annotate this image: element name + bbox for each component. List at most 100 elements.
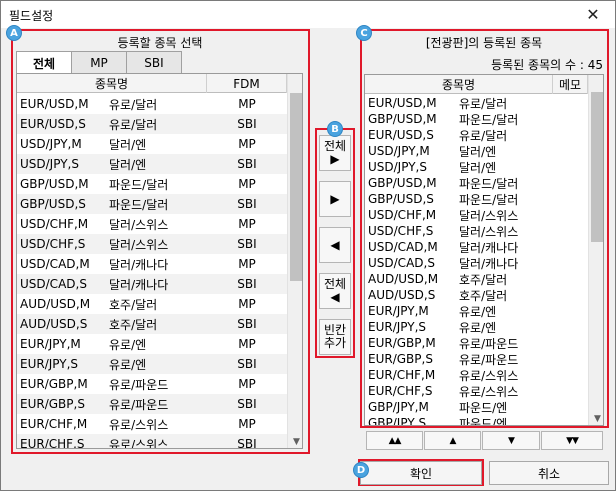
item-code: GBP/USD,S xyxy=(20,197,86,211)
table-row[interactable]: USD/JPY,S 달러/엔 xyxy=(365,159,588,175)
table-row[interactable]: EUR/CHF,S 유로/스위스 SBI xyxy=(17,434,287,449)
remove-button[interactable]: ◀ xyxy=(319,227,351,263)
item-code: EUR/USD,M xyxy=(20,97,89,111)
table-row[interactable]: USD/CHF,S 달러/스위스 SBI xyxy=(17,234,287,254)
add-all-button[interactable]: 전체 ▶ xyxy=(319,135,351,171)
remove-arrow-icon: ◀ xyxy=(330,237,340,252)
tab-mp[interactable]: MP xyxy=(71,51,127,73)
column-header-name[interactable]: 종목명 xyxy=(17,74,207,93)
table-row[interactable]: EUR/JPY,S 유로/엔 xyxy=(365,319,588,335)
table-row[interactable]: AUD/USD,M 호주/달러 xyxy=(365,271,588,287)
table-row[interactable]: EUR/JPY,M 유로/엔 MP xyxy=(17,334,287,354)
item-fdm: SBI xyxy=(237,117,257,131)
item-fdm: SBI xyxy=(237,197,257,211)
table-row[interactable]: GBP/USD,M 파운드/달러 MP xyxy=(17,174,287,194)
right-scrollbar-thumb[interactable] xyxy=(591,92,603,242)
table-row[interactable]: USD/CAD,M 달러/캐나다 MP xyxy=(17,254,287,274)
table-row[interactable]: USD/JPY,S 달러/엔 SBI xyxy=(17,154,287,174)
left-tabs: 전체 MP SBI xyxy=(16,51,182,74)
item-name: 유로/스위스 xyxy=(459,368,519,383)
remove-all-arrow-icon: ◀ xyxy=(330,290,340,304)
tab-all[interactable]: 전체 xyxy=(16,51,72,74)
item-code: EUR/CHF,S xyxy=(20,437,85,449)
table-row[interactable]: USD/CAD,S 달러/캐나다 SBI xyxy=(17,274,287,294)
table-row[interactable]: AUD/USD,S 호주/달러 SBI xyxy=(17,314,287,334)
item-code: USD/JPY,M xyxy=(20,137,82,151)
item-code: USD/CHF,M xyxy=(20,217,89,231)
table-row[interactable]: GBP/JPY,M 파운드/엔 xyxy=(365,399,588,415)
move-bottom-button[interactable]: ▼▼ xyxy=(541,431,603,450)
item-code: AUD/USD,M xyxy=(20,297,91,311)
table-row[interactable]: GBP/USD,S 파운드/달러 xyxy=(365,191,588,207)
table-row[interactable]: EUR/USD,S 유로/달러 SBI xyxy=(17,114,287,134)
right-scrollbar[interactable]: ▼ xyxy=(588,75,603,425)
table-row[interactable]: USD/CHF,S 달러/스위스 xyxy=(365,223,588,239)
table-row[interactable]: USD/JPY,M 달러/엔 xyxy=(365,143,588,159)
table-row[interactable]: USD/CHF,M 달러/스위스 xyxy=(365,207,588,223)
table-row[interactable]: EUR/GBP,S 유로/파운드 xyxy=(365,351,588,367)
cancel-button[interactable]: 취소 xyxy=(489,461,609,485)
add-blank-button[interactable]: 빈칸 추가 xyxy=(319,319,351,355)
item-code: AUD/USD,S xyxy=(20,317,88,331)
move-up-button[interactable]: ▲ xyxy=(424,431,481,450)
item-fdm: SBI xyxy=(237,357,257,371)
table-row[interactable]: EUR/GBP,S 유로/파운드 SBI xyxy=(17,394,287,414)
table-row[interactable]: EUR/USD,M 유로/달러 xyxy=(365,95,588,111)
table-row[interactable]: GBP/USD,M 파운드/달러 xyxy=(365,111,588,127)
item-code: EUR/CHF,M xyxy=(20,417,88,431)
table-row[interactable]: EUR/JPY,S 유로/엔 SBI xyxy=(17,354,287,374)
marker-d: D xyxy=(353,462,369,478)
table-row[interactable]: USD/CAD,M 달러/캐나다 xyxy=(365,239,588,255)
move-down-button[interactable]: ▼ xyxy=(482,431,540,450)
table-row[interactable]: EUR/CHF,M 유로/스위스 MP xyxy=(17,414,287,434)
add-button[interactable]: ▶ xyxy=(319,181,351,217)
item-code: USD/CAD,M xyxy=(20,257,90,271)
right-panel-title: [전광판]의 등록된 종목 xyxy=(425,36,543,50)
move-top-button[interactable]: ▲▲ xyxy=(366,431,423,450)
item-code: USD/JPY,S xyxy=(20,157,79,171)
table-row[interactable]: USD/JPY,M 달러/엔 MP xyxy=(17,134,287,154)
item-name: 유로/달러 xyxy=(109,117,158,132)
column-header-name-right[interactable]: 종목명 xyxy=(365,75,553,94)
marker-b: B xyxy=(327,121,343,137)
item-name: 파운드/달러 xyxy=(459,112,519,127)
table-row[interactable]: EUR/USD,M 유로/달러 MP xyxy=(17,94,287,114)
item-code: GBP/JPY,M xyxy=(368,400,429,414)
table-row[interactable]: USD/CAD,S 달러/캐나다 xyxy=(365,255,588,271)
table-row[interactable]: EUR/JPY,M 유로/엔 xyxy=(365,303,588,319)
item-name: 유로/파운드 xyxy=(459,352,519,367)
item-code: USD/JPY,S xyxy=(368,160,427,174)
table-row[interactable]: GBP/JPY,S 파운드/엔 xyxy=(365,415,588,425)
item-name: 달러/엔 xyxy=(109,137,147,152)
item-name: 달러/엔 xyxy=(459,160,497,175)
table-row[interactable]: EUR/GBP,M 유로/파운드 MP xyxy=(17,374,287,394)
table-row[interactable]: EUR/USD,S 유로/달러 xyxy=(365,127,588,143)
column-header-memo[interactable]: 메모 xyxy=(553,75,588,94)
item-fdm: SBI xyxy=(237,237,257,251)
item-name: 유로/달러 xyxy=(459,128,508,143)
item-code: USD/CHF,M xyxy=(368,208,437,222)
column-header-fdm[interactable]: FDM xyxy=(207,74,287,93)
table-row[interactable]: AUD/USD,M 호주/달러 MP xyxy=(17,294,287,314)
item-name: 호주/달러 xyxy=(109,297,158,312)
item-code: EUR/GBP,M xyxy=(368,336,436,350)
table-row[interactable]: EUR/CHF,S 유로/스위스 xyxy=(365,383,588,399)
item-name: 달러/엔 xyxy=(109,157,147,172)
remove-all-button[interactable]: 전체 ◀ xyxy=(319,273,351,309)
table-row[interactable]: GBP/USD,S 파운드/달러 SBI xyxy=(17,194,287,214)
table-row[interactable]: USD/CHF,M 달러/스위스 MP xyxy=(17,214,287,234)
ok-button[interactable]: 확인 xyxy=(360,461,482,485)
table-row[interactable]: EUR/GBP,M 유로/파운드 xyxy=(365,335,588,351)
table-row[interactable]: EUR/CHF,M 유로/스위스 xyxy=(365,367,588,383)
tab-sbi[interactable]: SBI xyxy=(126,51,182,73)
field-settings-dialog: 필드설정 ✕ A 등록할 종목 선택 전체 MP SBI 종목명 FDM EUR/U… xyxy=(0,0,616,491)
table-row[interactable]: GBP/USD,M 파운드/달러 xyxy=(365,175,588,191)
left-scrollbar[interactable]: ▼ xyxy=(287,74,302,448)
close-icon[interactable]: ✕ xyxy=(573,1,613,27)
scroll-down-icon[interactable]: ▼ xyxy=(288,435,302,448)
left-scrollbar-thumb[interactable] xyxy=(290,93,302,281)
item-fdm: MP xyxy=(238,337,256,351)
scroll-down-icon[interactable]: ▼ xyxy=(589,412,603,425)
table-row[interactable]: AUD/USD,S 호주/달러 xyxy=(365,287,588,303)
item-name: 유로/스위스 xyxy=(459,384,519,399)
